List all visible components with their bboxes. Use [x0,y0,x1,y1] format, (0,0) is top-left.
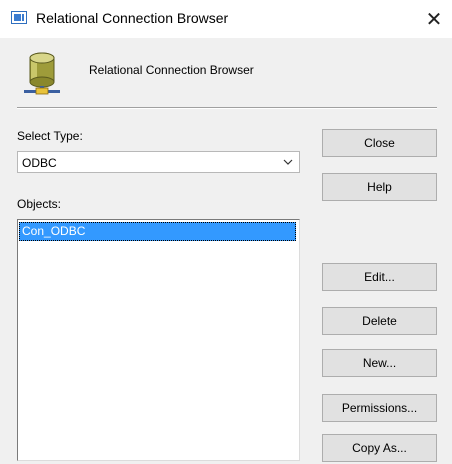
window-title: Relational Connection Browser [36,10,229,26]
header-title: Relational Connection Browser [89,63,254,77]
permissions-button[interactable]: Permissions... [322,394,437,422]
chevron-down-icon [283,159,293,165]
select-type-label: Select Type: [17,129,83,143]
close-button[interactable]: Close [322,129,437,157]
app-window-icon [11,11,27,24]
select-type-dropdown[interactable]: ODBC [17,151,300,173]
header-separator [17,107,437,109]
objects-label: Objects: [17,197,62,211]
database-connection-icon [24,52,60,95]
delete-button[interactable]: Delete [322,307,437,335]
help-button[interactable]: Help [322,173,437,201]
new-button[interactable]: New... [322,349,437,377]
select-type-value: ODBC [22,156,57,170]
title-bar: Relational Connection Browser ✕ [0,0,452,38]
objects-list[interactable]: Con_ODBC [17,219,300,461]
copy-as-button[interactable]: Copy As... [322,434,437,462]
list-item[interactable]: Con_ODBC [19,222,296,241]
close-window-button[interactable]: ✕ [420,5,448,33]
edit-button[interactable]: Edit... [322,263,437,291]
